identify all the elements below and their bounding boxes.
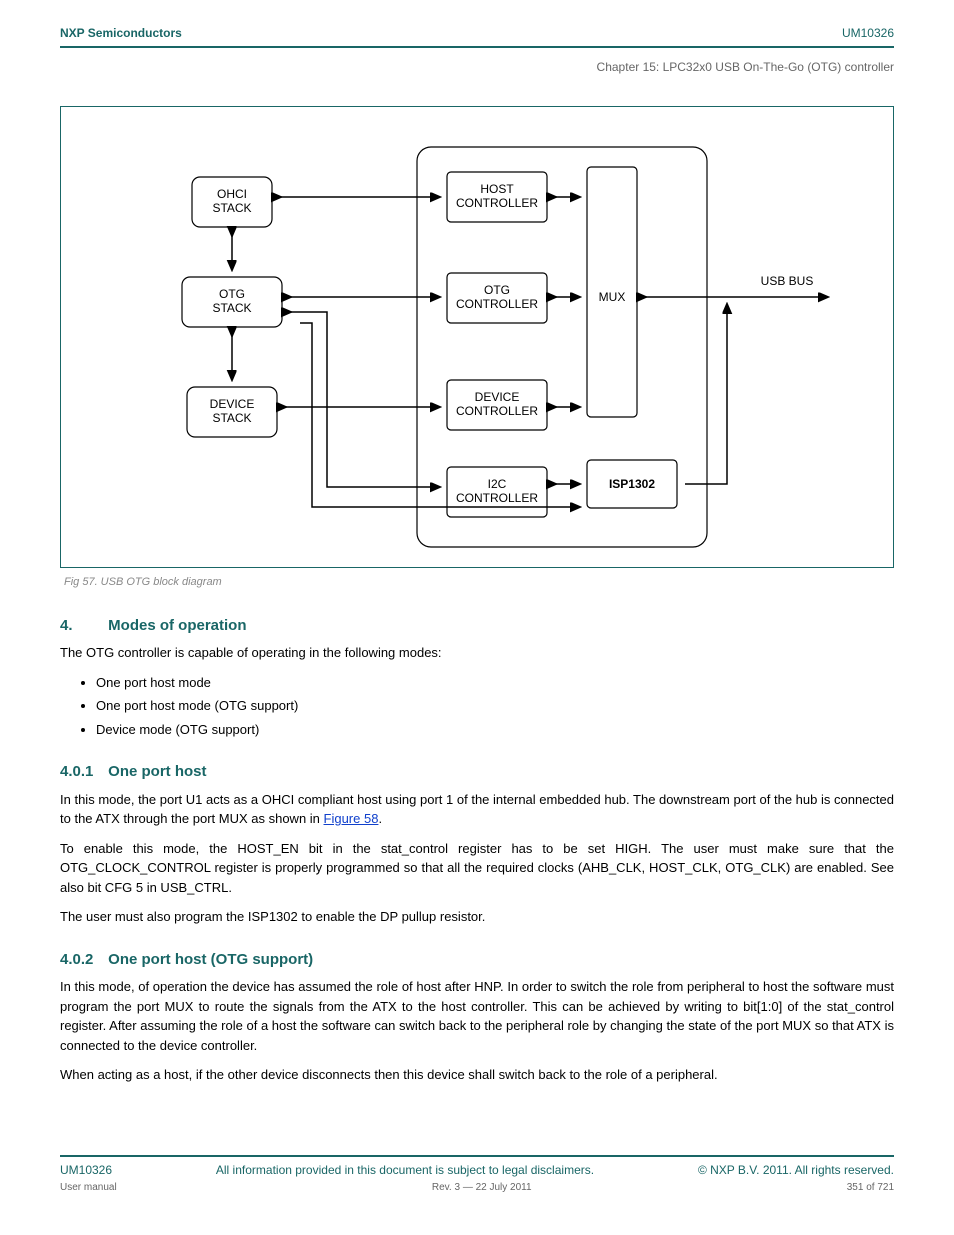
section-4-0-2-title: One port host (OTG support) — [108, 951, 313, 968]
block-device-stack: DEVICESTACK — [210, 397, 255, 425]
section-4-0-1-p2: To enable this mode, the HOST_EN bit in … — [60, 839, 894, 898]
figure-caption: Fig 57. USB OTG block diagram — [64, 574, 894, 591]
section-4-list: One port host mode One port host mode (O… — [96, 673, 894, 740]
section-4-0-1-title: One port host — [108, 763, 206, 780]
section-4-0-1-p3: The user must also program the ISP1302 t… — [60, 907, 894, 927]
section-4-body: The OTG controller is capable of operati… — [60, 643, 894, 663]
header-doc: UM10326 — [842, 24, 894, 42]
list-item: One port host mode — [96, 673, 894, 693]
footer-copyright: © NXP B.V. 2011. All rights reserved. — [698, 1161, 894, 1179]
block-isp1302: ISP1302 — [609, 477, 655, 491]
footer-page: 351 of 721 — [847, 1180, 894, 1195]
section-4-heading: 4. Modes of operation — [60, 615, 894, 638]
section-4-0-2-heading: 4.0.2 One port host (OTG support) — [60, 949, 894, 972]
block-mux: MUX — [599, 290, 626, 304]
header-company: NXP Semiconductors — [60, 24, 182, 42]
section-4-num: 4. — [60, 615, 104, 638]
section-4-0-1-heading: 4.0.1 One port host — [60, 761, 894, 784]
footer-rev: Rev. 3 — 22 July 2011 — [432, 1180, 532, 1195]
section-4-0-1-p1: In this mode, the port U1 acts as a OHCI… — [60, 790, 894, 829]
figure-58-link[interactable]: Figure 58 — [324, 811, 379, 826]
chapter-line: Chapter 15: LPC32x0 USB On-The-Go (OTG) … — [60, 58, 894, 76]
list-item: One port host mode (OTG support) — [96, 696, 894, 716]
section-4-0-1-num: 4.0.1 — [60, 761, 104, 784]
section-4-title: Modes of operation — [108, 617, 246, 634]
footer-disclaimer: All information provided in this documen… — [216, 1161, 594, 1179]
label-usb-bus: USB BUS — [761, 274, 814, 288]
section-4-0-2-num: 4.0.2 — [60, 949, 104, 972]
footer-doc: UM10326 — [60, 1161, 112, 1179]
block-ohci-stack: OHCISTACK — [212, 187, 251, 215]
section-4-0-2-p2: When acting as a host, if the other devi… — [60, 1065, 894, 1085]
section-4-0-2-p1: In this mode, of operation the device ha… — [60, 977, 894, 1055]
figure-57: OHCISTACK OTGSTACK DEVICESTACK HOSTCONTR… — [60, 106, 894, 568]
list-item: Device mode (OTG support) — [96, 720, 894, 740]
footer-manual: User manual — [60, 1180, 117, 1195]
